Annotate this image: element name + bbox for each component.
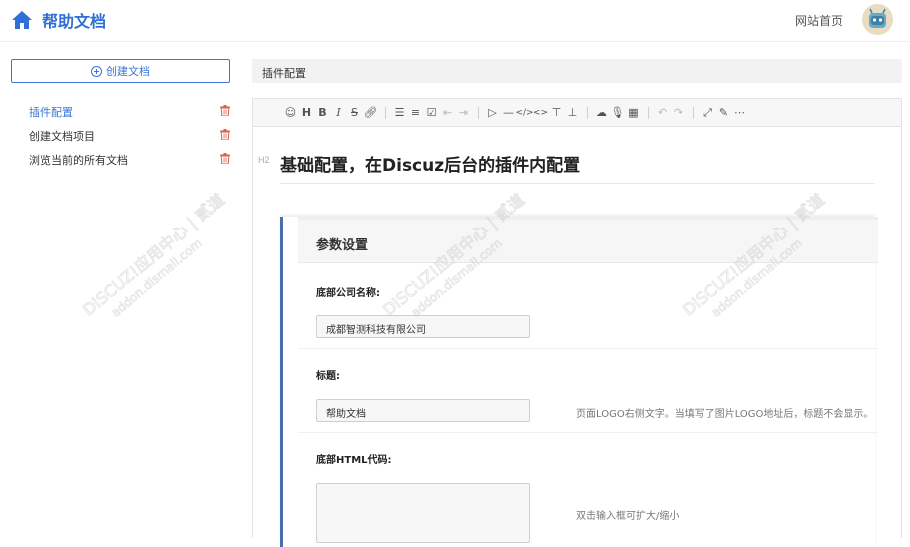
heading-level-tag: H2 bbox=[258, 155, 270, 165]
quote-icon[interactable]: ▷ bbox=[485, 105, 500, 120]
checklist-icon[interactable]: ☑ bbox=[424, 105, 439, 120]
insert-before-icon[interactable]: ⊤ bbox=[549, 105, 564, 120]
breadcrumb: 插件配置 bbox=[252, 59, 902, 83]
home-icon bbox=[12, 11, 32, 29]
inline-code-icon[interactable]: <> bbox=[533, 105, 548, 120]
code-icon[interactable]: </> bbox=[515, 105, 533, 120]
sidebar-item-browse-all[interactable]: 浏览当前的所有文档 bbox=[29, 152, 239, 172]
create-document-button[interactable]: 创建文档 bbox=[11, 59, 230, 83]
app-title: 帮助文档 bbox=[42, 12, 107, 31]
sidebar-item-label: 插件配置 bbox=[29, 106, 73, 119]
unordered-list-icon[interactable]: ☰ bbox=[392, 105, 407, 120]
main-content: 插件配置 ☺ H B I S 🔗︎ ☰ ≡ ☑ ⇤ ⇥ ▷ — </> <> ⊤… bbox=[252, 42, 910, 547]
toolbar-divider bbox=[587, 106, 588, 119]
logo[interactable]: 帮助文档 bbox=[11, 8, 106, 32]
insert-after-icon[interactable]: ⊥ bbox=[565, 105, 580, 120]
trash-icon[interactable] bbox=[220, 105, 230, 116]
undo-icon[interactable]: ↶ bbox=[655, 105, 670, 120]
markdown-editor[interactable]: ☺ H B I S 🔗︎ ☰ ≡ ☑ ⇤ ⇥ ▷ — </> <> ⊤ ⊥ ☁ … bbox=[252, 98, 902, 547]
toolbar-divider bbox=[478, 106, 479, 119]
outdent-icon[interactable]: ⇤ bbox=[440, 105, 455, 120]
settings-screenshot-panel: 参数设置 底部公司名称: 成都智测科技有限公司 标题: 帮助文档 页面LOGO右… bbox=[280, 217, 878, 547]
field-label-company: 底部公司名称: bbox=[316, 288, 380, 299]
edit-mode-icon[interactable]: ✎ bbox=[716, 105, 731, 120]
upload-icon[interactable]: ☁ bbox=[594, 105, 609, 120]
record-icon[interactable]: 🎙︎ bbox=[610, 105, 625, 120]
editor-toolbar: ☺ H B I S 🔗︎ ☰ ≡ ☑ ⇤ ⇥ ▷ — </> <> ⊤ ⊥ ☁ … bbox=[253, 99, 901, 127]
row-divider bbox=[298, 432, 878, 433]
top-bar: 帮助文档 网站首页 bbox=[0, 0, 910, 42]
sidebar-item-plugin-config[interactable]: 插件配置 bbox=[29, 104, 239, 124]
section-heading: 基础配置，在Discuz后台的插件内配置 bbox=[280, 151, 875, 184]
more-icon[interactable]: ⋯ bbox=[732, 105, 747, 120]
toolbar-divider bbox=[648, 106, 649, 119]
title-hint: 页面LOGO右侧文字。当填写了图片LOGO地址后，标题不会显示。 bbox=[576, 409, 874, 420]
table-icon[interactable]: ▦ bbox=[626, 105, 641, 120]
row-divider bbox=[298, 348, 878, 349]
footer-html-hint: 双击输入框可扩大/缩小 bbox=[576, 511, 680, 522]
avatar[interactable] bbox=[862, 4, 893, 35]
field-label-footer-html: 底部HTML代码: bbox=[316, 455, 392, 466]
plus-circle-icon bbox=[91, 65, 102, 77]
field-label-title: 标题: bbox=[316, 371, 340, 382]
site-home-link[interactable]: 网站首页 bbox=[795, 12, 843, 29]
heading-icon[interactable]: H bbox=[299, 105, 314, 120]
emoji-icon[interactable]: ☺ bbox=[283, 105, 298, 120]
sidebar-item-label: 创建文档项目 bbox=[29, 130, 95, 143]
create-document-label: 创建文档 bbox=[106, 65, 150, 78]
title-field: 帮助文档 bbox=[316, 399, 530, 422]
indent-icon[interactable]: ⇥ bbox=[456, 105, 471, 120]
company-name-field: 成都智测科技有限公司 bbox=[316, 315, 530, 338]
italic-icon[interactable]: I bbox=[331, 105, 346, 120]
toolbar-divider bbox=[693, 106, 694, 119]
sidebar: 创建文档 插件配置 创建文档项目 浏览当前的所有文档 bbox=[0, 42, 242, 536]
avatar-robot-icon bbox=[869, 8, 886, 28]
trash-icon[interactable] bbox=[220, 129, 230, 140]
bold-icon[interactable]: B bbox=[315, 105, 330, 120]
toolbar-divider bbox=[385, 106, 386, 119]
footer-html-field bbox=[316, 483, 530, 543]
panel-title: 参数设置 bbox=[298, 217, 878, 263]
trash-icon[interactable] bbox=[220, 153, 230, 164]
link-icon[interactable]: 🔗︎ bbox=[363, 105, 378, 120]
redo-icon[interactable]: ↷ bbox=[671, 105, 686, 120]
strikethrough-icon[interactable]: S bbox=[347, 105, 362, 120]
sidebar-item-label: 浏览当前的所有文档 bbox=[29, 154, 128, 167]
ordered-list-icon[interactable]: ≡ bbox=[408, 105, 423, 120]
horizontal-rule-icon[interactable]: — bbox=[501, 105, 516, 120]
sidebar-item-create-project[interactable]: 创建文档项目 bbox=[29, 128, 239, 148]
fullscreen-icon[interactable]: ⤢ bbox=[700, 105, 715, 120]
